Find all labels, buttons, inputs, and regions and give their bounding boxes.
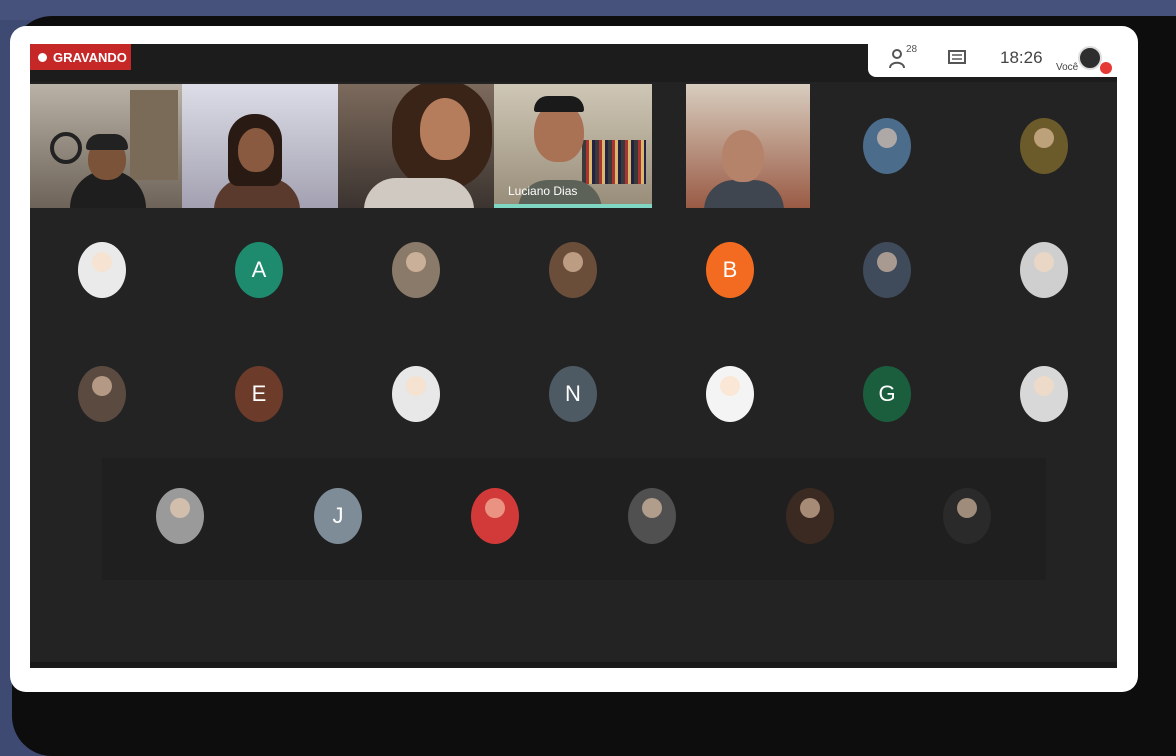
video-tile[interactable] xyxy=(30,84,182,208)
participant-avatar-initial[interactable]: B xyxy=(706,242,754,298)
overflow-participants-panel xyxy=(102,458,1046,580)
notification-badge xyxy=(1100,62,1112,74)
video-tile[interactable] xyxy=(686,84,810,208)
avatar-initial: G xyxy=(878,381,896,406)
avatar-initial: N xyxy=(565,381,581,406)
participant-avatar[interactable] xyxy=(1020,366,1068,422)
video-tile-active[interactable]: Luciano Dias xyxy=(494,84,652,208)
participant-name-label: Luciano Dias xyxy=(508,184,577,198)
avatar-initial: J xyxy=(332,503,344,528)
tile-name: Luciano Dias xyxy=(508,184,578,198)
participant-avatar-initial[interactable]: J xyxy=(314,488,362,544)
participant-avatar[interactable] xyxy=(392,366,440,422)
participant-avatar[interactable] xyxy=(78,366,126,422)
participant-avatar[interactable] xyxy=(863,118,911,174)
participant-avatar-initial[interactable]: N xyxy=(549,366,597,422)
participant-avatar-initial[interactable]: E xyxy=(235,366,283,422)
participant-avatar-initial[interactable]: G xyxy=(863,366,911,422)
participant-avatar[interactable] xyxy=(549,242,597,298)
participant-avatar[interactable] xyxy=(943,488,991,544)
recording-badge: GRAVANDO xyxy=(30,44,131,70)
participant-avatar[interactable] xyxy=(786,488,834,544)
participant-avatar[interactable] xyxy=(78,242,126,298)
avatar-initial: E xyxy=(251,381,267,406)
participant-avatar[interactable] xyxy=(863,242,911,298)
participant-avatar-initial[interactable]: A xyxy=(235,242,283,298)
avatar-initial: B xyxy=(722,257,738,282)
participant-avatar[interactable] xyxy=(1020,242,1068,298)
active-speaker-indicator xyxy=(494,204,652,208)
participants-count: 28 xyxy=(906,44,918,55)
meeting-screen: GRAVANDO 28 18:26 Você Luciano Dias A B … xyxy=(30,44,1117,668)
meeting-info-panel: 28 18:26 Você xyxy=(868,44,1117,77)
avatar-initial: A xyxy=(251,257,267,282)
bottom-edge xyxy=(30,662,1117,668)
participant-avatar[interactable] xyxy=(392,242,440,298)
chat-icon[interactable] xyxy=(948,50,966,66)
participant-avatar[interactable] xyxy=(156,488,204,544)
participant-avatar[interactable] xyxy=(1020,118,1068,174)
self-avatar[interactable] xyxy=(1078,46,1102,70)
participant-avatar[interactable] xyxy=(628,488,676,544)
self-label: Você xyxy=(1056,62,1079,73)
recording-label: GRAVANDO xyxy=(53,49,127,65)
video-tile[interactable] xyxy=(182,84,338,208)
video-tile[interactable] xyxy=(338,84,494,208)
participant-avatar[interactable] xyxy=(471,488,519,544)
record-dot-icon xyxy=(38,52,47,62)
participant-avatar[interactable] xyxy=(706,366,754,422)
meeting-time: 18:26 xyxy=(1000,48,1043,67)
